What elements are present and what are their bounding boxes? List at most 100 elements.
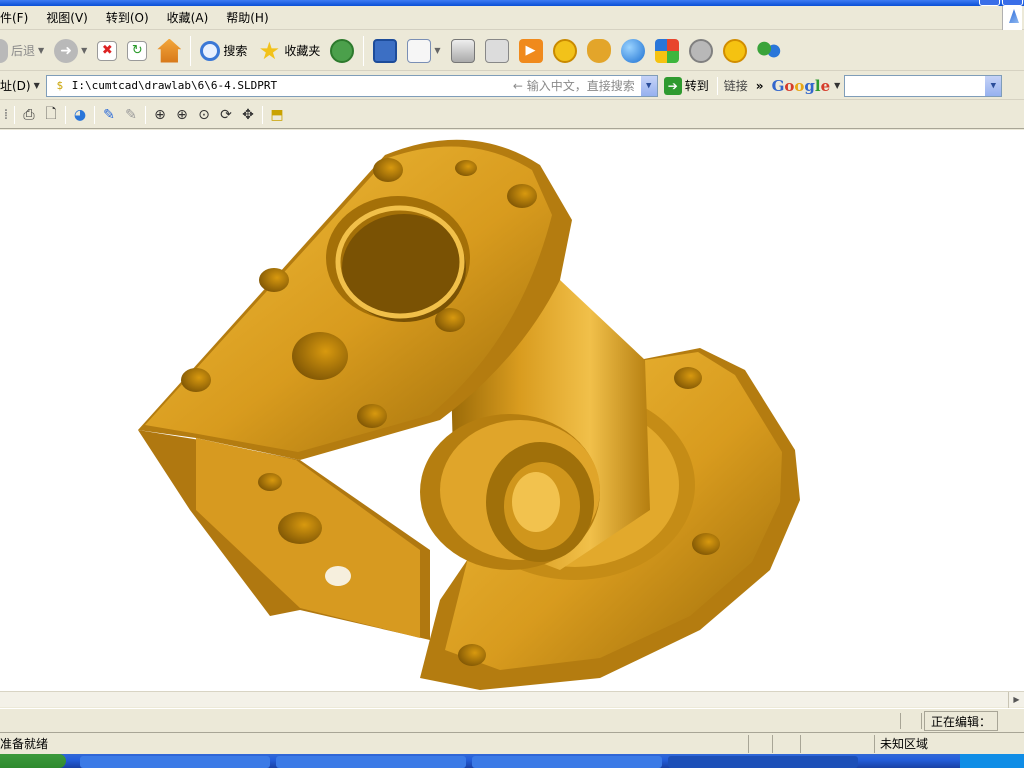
viewer-separator	[14, 105, 15, 124]
horizontal-scrollbar[interactable]: ▶	[0, 691, 1024, 708]
zoom-in-icon[interactable]: ⊕	[172, 105, 192, 125]
windows-flag-icon	[654, 38, 679, 63]
side-bore-inner	[512, 472, 560, 532]
markup-pen-icon[interactable]: ✎	[121, 105, 141, 125]
play-icon: ▶	[518, 38, 543, 63]
address-label: 址(D)	[0, 79, 31, 93]
forward-dropdown-icon: ▼	[81, 46, 88, 55]
stop-button[interactable]: ✖	[94, 34, 120, 68]
security-zone: 未知区域	[880, 737, 929, 751]
contacts-icon	[756, 38, 781, 63]
back-label: 后退	[11, 44, 36, 58]
print-preview-icon[interactable]: 🗋	[41, 105, 61, 125]
pan-icon[interactable]: ✥	[238, 105, 258, 125]
globe-icon	[620, 38, 645, 63]
status-cell	[748, 735, 749, 753]
messenger-button[interactable]	[550, 34, 580, 68]
editing-status: 正在编辑：	[924, 711, 999, 731]
moneybag-icon	[586, 38, 611, 63]
moneybag-button[interactable]	[584, 34, 614, 68]
taskbar-button[interactable]	[472, 756, 662, 768]
forward-arrow-icon: ➜	[54, 38, 79, 63]
windows-button[interactable]	[652, 34, 682, 68]
status-cell	[772, 735, 773, 753]
address-input[interactable]: $ I:\cumtcad\drawlab\6\6-4.SLDPRT ← 输入中文…	[45, 74, 658, 97]
print-button[interactable]	[448, 34, 478, 68]
printer-icon	[450, 38, 475, 63]
menu-view[interactable]: 视图(V)	[37, 7, 97, 29]
search-button[interactable]: 搜索	[197, 34, 250, 68]
edit-button[interactable]	[482, 34, 512, 68]
viewer-separator	[65, 105, 66, 124]
back-button[interactable]: 后退 ▼	[0, 34, 47, 68]
web-globe-icon[interactable]: ◕	[70, 105, 90, 125]
contacts-button[interactable]	[754, 34, 784, 68]
links-more-chevron[interactable]: »	[752, 79, 768, 93]
menu-bar: 件(F) 视图(V) 转到(O) 收藏(A) 帮助(H)	[0, 6, 1024, 30]
viewer-separator	[145, 105, 146, 124]
go-label: 转到	[684, 79, 709, 93]
rotate-icon[interactable]: ⟳	[216, 105, 236, 125]
home-icon	[157, 38, 182, 63]
favorites-label: 收藏夹	[284, 44, 321, 58]
player-button[interactable]: ▶	[516, 34, 546, 68]
plate-bolt-hole	[507, 184, 537, 208]
toolbar-separator	[363, 35, 365, 66]
history-button[interactable]	[327, 34, 357, 68]
taskbar-button[interactable]	[276, 756, 466, 768]
status-ready-text: 准备就绪	[0, 737, 49, 751]
refresh-button[interactable]: ↻	[124, 34, 150, 68]
mail-icon	[407, 38, 432, 63]
scroll-right-arrow[interactable]: ▶	[1008, 692, 1024, 708]
flange-bolt-hole	[674, 367, 702, 389]
address-dropdown-icon[interactable]: ▼	[34, 81, 40, 90]
go-button[interactable]: ➔ 转到	[658, 75, 715, 97]
go-arrow-icon: ➔	[663, 76, 682, 95]
media-button[interactable]	[370, 34, 400, 68]
plate-bolt-hole	[373, 158, 403, 182]
forward-button[interactable]: ➜ ▼	[51, 34, 90, 68]
menu-file[interactable]: 件(F)	[0, 7, 37, 29]
menu-favorites[interactable]: 收藏(A)	[158, 7, 218, 29]
menu-go[interactable]: 转到(O)	[97, 7, 158, 29]
sldprt-3d-model[interactable]	[0, 130, 1024, 691]
menu-help[interactable]: 帮助(H)	[217, 7, 277, 29]
plate-bolt-hole	[181, 368, 211, 392]
emoticon-button[interactable]	[720, 34, 750, 68]
google-search-input[interactable]: ▼	[844, 74, 1003, 97]
taskbar-button[interactable]	[80, 756, 270, 768]
mail-button[interactable]: ▼	[404, 34, 443, 68]
address-history-dropdown[interactable]: ▼	[639, 75, 657, 96]
zoom-fit-icon[interactable]: ⊕	[150, 105, 170, 125]
mail-dropdown-icon: ▼	[434, 46, 441, 55]
smiley-mail-icon	[552, 38, 577, 63]
zoom-window-icon[interactable]: ⊙	[194, 105, 214, 125]
refresh-icon: ↻	[127, 40, 148, 61]
back-dropdown-icon: ▼	[38, 46, 45, 55]
part-properties-icon[interactable]: ⬒	[267, 105, 287, 125]
start-button[interactable]	[0, 754, 66, 768]
viewer-separator	[262, 105, 263, 124]
address-separator	[716, 76, 718, 95]
standard-toolbar: 后退 ▼ ➜ ▼ ✖ ↻ 搜索 ★ 收藏夹 ▼ ▶	[0, 31, 1024, 71]
model-viewport[interactable]	[0, 130, 1024, 691]
globe-button[interactable]	[618, 34, 648, 68]
favorites-button[interactable]: ★ 收藏夹	[254, 34, 323, 68]
address-hint: ← 输入中文，直接搜索	[512, 79, 635, 93]
history-icon	[330, 38, 355, 63]
windows-taskbar	[0, 754, 1024, 768]
chat-button[interactable]	[686, 34, 716, 68]
windows-logo-throbber	[1002, 6, 1022, 30]
links-label[interactable]: 链接	[720, 77, 752, 94]
viewer-print-icon[interactable]: ⎙	[19, 105, 39, 125]
plate-bolt-hole	[259, 268, 289, 292]
google-search-dropdown[interactable]: ▼	[984, 75, 1002, 96]
page-icon: $	[56, 78, 64, 92]
google-dropdown-icon[interactable]: ▼	[834, 81, 840, 90]
google-logo[interactable]: Google	[768, 77, 835, 95]
system-tray	[960, 754, 1024, 768]
home-button[interactable]	[154, 34, 184, 68]
status-cell	[800, 735, 801, 753]
measure-pen-icon[interactable]: ✎	[99, 105, 119, 125]
taskbar-button-active[interactable]	[668, 756, 858, 768]
